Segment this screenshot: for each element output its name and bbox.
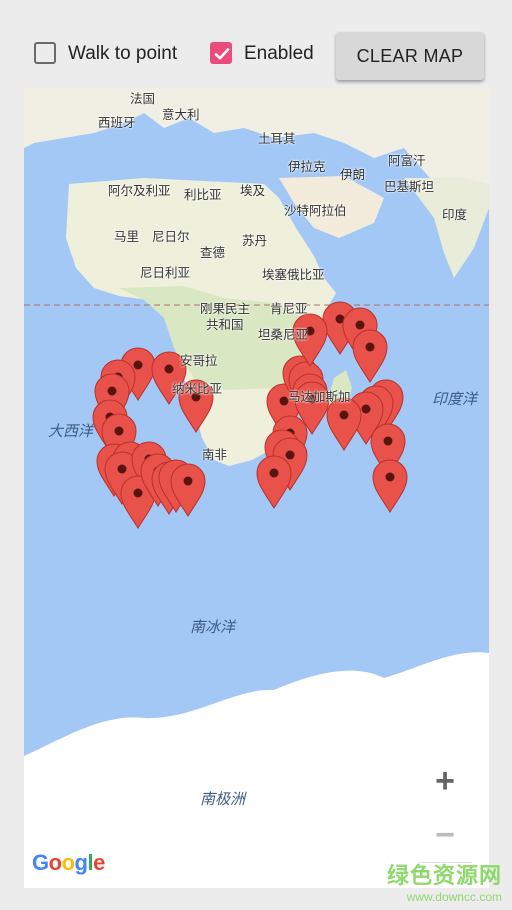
label-algeria: 阿尔及利亚 <box>108 184 171 198</box>
label-iraq: 伊拉克 <box>288 160 326 174</box>
label-antarctica: 南极洲 <box>200 791 246 808</box>
label-libya: 利比亚 <box>184 188 222 202</box>
label-saudi: 沙特阿拉伯 <box>284 204 347 218</box>
label-italy: 意大利 <box>162 108 200 122</box>
label-turkey: 土耳其 <box>258 132 296 146</box>
label-atlantic: 大西洋 <box>48 423 94 440</box>
label-spain: 西班牙 <box>98 116 136 130</box>
label-ethiopia: 埃塞俄比亚 <box>262 268 325 282</box>
map-marker-dot <box>339 410 349 420</box>
walk-to-point-label[interactable]: Walk to point <box>68 43 177 65</box>
map-marker-dot <box>133 360 143 370</box>
enabled-checkbox[interactable] <box>210 42 232 64</box>
label-chad: 查德 <box>200 246 226 260</box>
map-marker-dot <box>117 464 127 474</box>
map-marker-dot <box>183 476 193 486</box>
map-marker-dot <box>164 364 174 374</box>
label-nigeria: 尼日利亚 <box>140 266 191 280</box>
map-marker[interactable] <box>256 455 292 509</box>
map-view[interactable]: 法国 西班牙 意大利 土耳其 伊拉克 伊朗 阿富汗 巴基斯坦 印度 阿尔及利亚 … <box>24 88 489 888</box>
label-egypt: 埃及 <box>240 184 266 198</box>
label-france: 法国 <box>130 92 156 106</box>
label-kenya: 肯尼亚 <box>270 302 308 316</box>
map-marker-dot <box>133 488 143 498</box>
map-marker-dot <box>269 468 279 478</box>
label-madagascar: 马达加斯加 <box>288 390 351 404</box>
label-sudan: 苏丹 <box>242 234 268 248</box>
label-india: 印度 <box>442 208 468 222</box>
watermark-url: www.downcc.com <box>406 890 502 904</box>
label-southern-ocean: 南冰洋 <box>190 619 236 636</box>
enabled-label[interactable]: Enabled <box>244 43 314 65</box>
label-pakistan: 巴基斯坦 <box>384 180 435 194</box>
map-marker-dot <box>285 450 295 460</box>
zoom-out-button[interactable]: − <box>418 808 472 863</box>
map-marker[interactable] <box>372 459 408 513</box>
map-marker-dot <box>361 404 371 414</box>
label-namibia: 纳米比亚 <box>172 382 223 396</box>
map-marker-dot <box>385 472 395 482</box>
map-marker-dot <box>355 320 365 330</box>
map-marker-dot <box>383 436 393 446</box>
watermark: 绿色资源网 www.downcc.com <box>387 858 502 904</box>
zoom-in-button[interactable]: + <box>418 754 472 809</box>
map-marker-dot <box>107 386 117 396</box>
label-tanzania: 坦桑尼亚 <box>258 328 309 342</box>
map-marker-dot <box>365 342 375 352</box>
checkmark-icon <box>214 48 230 60</box>
label-angola: 安哥拉 <box>180 354 218 368</box>
watermark-name: 绿色资源网 <box>386 863 502 888</box>
label-iran: 伊朗 <box>340 168 366 182</box>
walk-to-point-checkbox[interactable] <box>34 42 56 64</box>
label-indian-ocean: 印度洋 <box>432 391 478 408</box>
map-marker[interactable] <box>352 329 388 383</box>
label-south-africa: 南非 <box>202 448 228 462</box>
label-mali: 马里 <box>114 230 140 244</box>
label-afghanistan: 阿富汗 <box>388 154 426 168</box>
map-marker-dot <box>114 426 124 436</box>
clear-map-button[interactable]: CLEAR MAP <box>336 32 484 80</box>
google-logo: Google <box>32 850 105 875</box>
label-drc-line2: 共和国 <box>206 318 244 332</box>
map-marker[interactable] <box>326 397 362 451</box>
toolbar: Walk to point Enabled CLEAR MAP <box>0 0 512 88</box>
label-niger: 尼日尔 <box>152 230 190 244</box>
